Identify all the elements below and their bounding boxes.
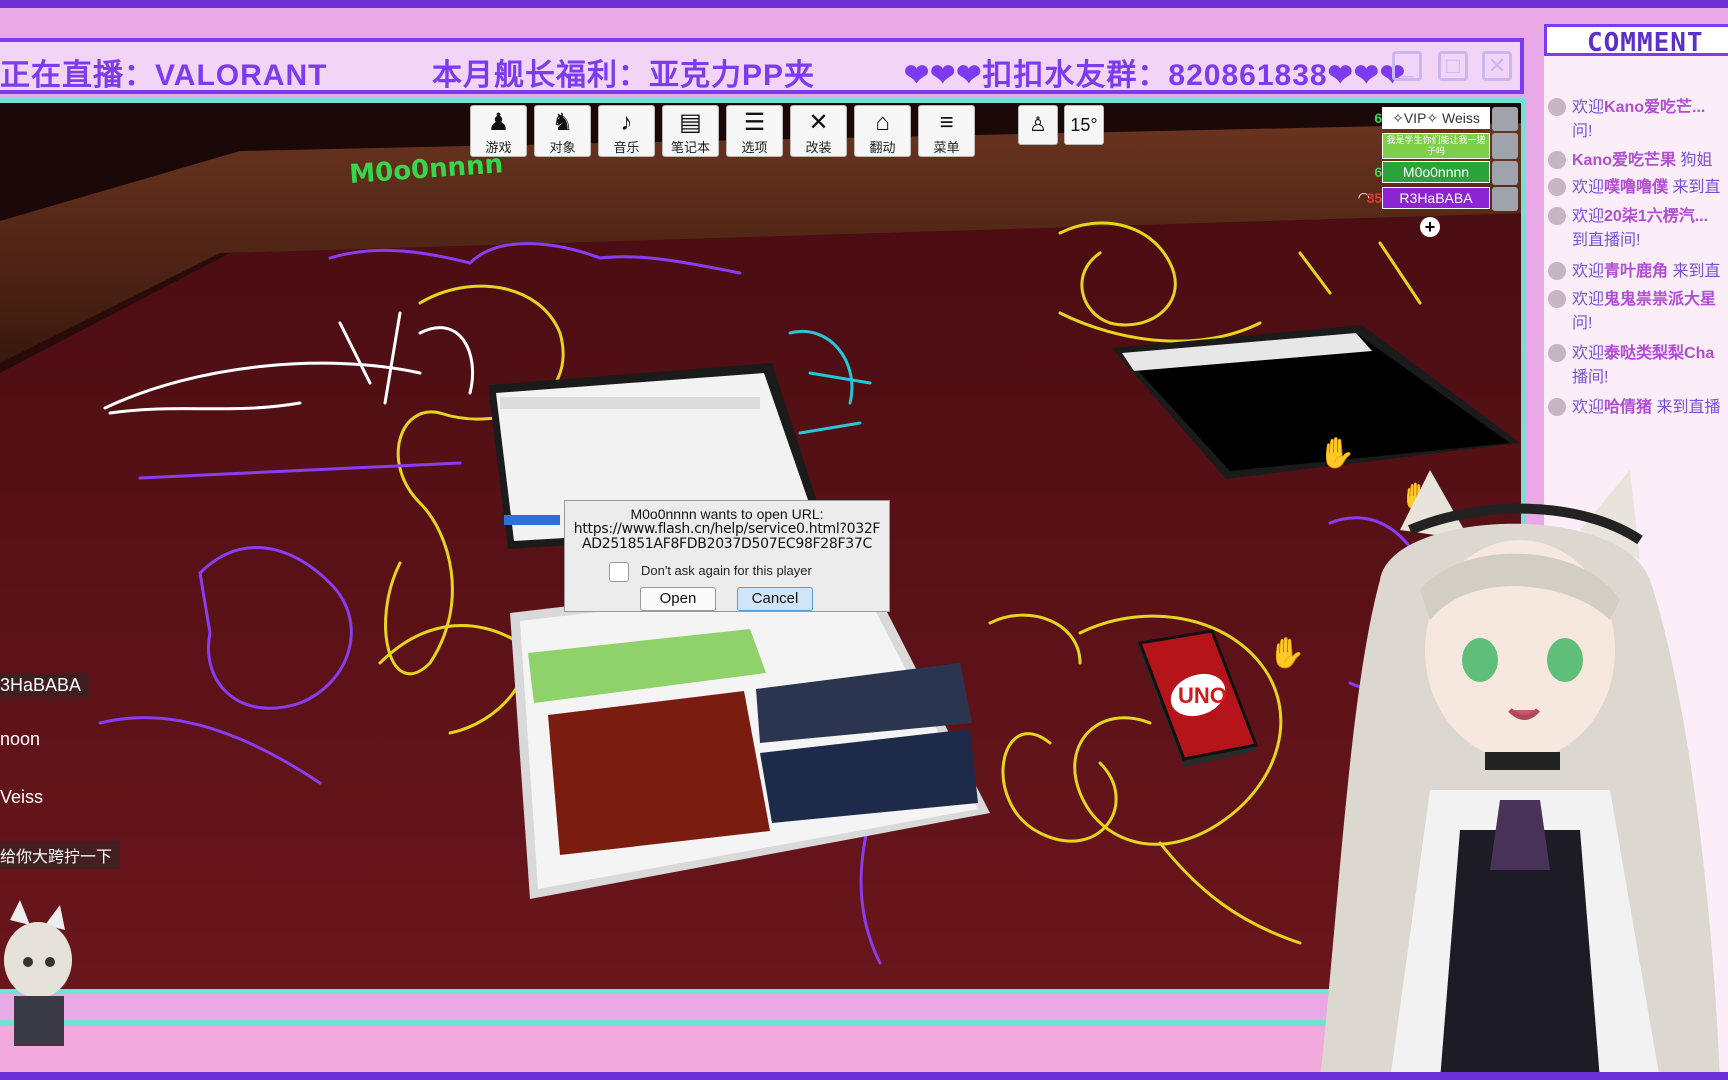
game-toolbar: ♟ 游戏 ♞ 对象 ♪ 音乐 ▤ 笔记本 ☰ 选项 ✕ 改装 ⌂ 翻动 ≡ 菜单 <box>470 105 975 157</box>
minimize-icon[interactable]: _ <box>1392 51 1422 81</box>
dialog-url: https://www.flash.cn/help/service0.html?… <box>573 521 881 552</box>
toolbar-menu-button[interactable]: ≡ 菜单 <box>918 105 975 157</box>
perk-text: 本月舰长福利：亚克力PP夹 <box>432 59 816 92</box>
dont-ask-label: Don't ask again for this player <box>641 563 812 578</box>
music-icon: ♪ <box>620 109 633 136</box>
avatar <box>1548 151 1566 169</box>
player-list: 61 ♛ ✧VIP✧ Weiss 我是学生你们能让我一搓子吗 67 M0o0nn… <box>1358 107 1520 237</box>
avatar <box>1492 133 1518 159</box>
avatar <box>1548 290 1566 308</box>
player-row[interactable]: ◠ 357 R3HaBABA <box>1358 187 1520 211</box>
player-name: M0o0nnnn <box>1382 161 1490 183</box>
chibi-mascot <box>4 900 72 1046</box>
player-name: ✧VIP✧ Weiss <box>1382 107 1490 129</box>
close-icon[interactable]: ✕ <box>1482 51 1512 81</box>
notebook-icon: ▤ <box>679 109 702 136</box>
table-icon: ⌂ <box>875 109 890 136</box>
games-icon: ♟ <box>487 109 510 136</box>
comment-text: 播间! <box>1572 369 1609 386</box>
game-chat-line: 3HaBABA <box>0 673 90 698</box>
objects-icon: ♞ <box>551 109 574 136</box>
avatar <box>1548 98 1566 116</box>
avatar <box>1492 107 1518 131</box>
dont-ask-checkbox[interactable] <box>609 562 629 582</box>
toolbar-music-button[interactable]: ♪ 音乐 <box>598 105 655 157</box>
comment-user: 20柒1六楞汽... <box>1604 208 1709 225</box>
maximize-icon[interactable]: □ <box>1438 51 1468 81</box>
uno-label: UNO <box>1178 683 1227 708</box>
weight-lift-icon[interactable]: ♙ <box>1018 105 1058 145</box>
toolbar-games-button[interactable]: ♟ 游戏 <box>470 105 527 157</box>
toolbar-options-button[interactable]: ☰ 选项 <box>726 105 783 157</box>
toolbar-label: 笔记本 <box>670 140 710 155</box>
toolbar-label: 改装 <box>805 140 832 155</box>
comments-header: COMMENT <box>1544 24 1728 58</box>
avatar <box>1492 161 1518 185</box>
cancel-button[interactable]: Cancel <box>737 587 813 611</box>
sliders-icon: ☰ <box>743 109 766 136</box>
comment-text: 问! <box>1572 315 1593 332</box>
open-url-dialog: M0o0nnnn wants to open URL: https://www.… <box>564 500 890 612</box>
comment-prefix: 欢迎 <box>1572 291 1605 308</box>
toolbar-label: 对象 <box>549 140 576 155</box>
live-now-text: 正在直播：VALORANT <box>0 59 328 92</box>
game-chat-line: Veiss <box>0 787 44 807</box>
toolbar-label: 选项 <box>741 140 768 155</box>
top-stripe <box>0 0 1728 8</box>
toolbar-label: 游戏 <box>485 140 512 155</box>
toolbar-flip-button[interactable]: ⌂ 翻动 <box>854 105 911 157</box>
comment-prefix: 欢迎 <box>1572 263 1605 280</box>
avatar <box>1548 262 1566 280</box>
comment-text: 到直播间! <box>1572 232 1641 249</box>
comment-user: Kano爱吃芒果 <box>1572 152 1677 169</box>
player-note: 我是学生你们能让我一搓子吗 <box>1382 133 1490 159</box>
toolbar-objects-button[interactable]: ♞ 对象 <box>534 105 591 157</box>
comment-text: 问! <box>1572 123 1593 140</box>
dialog-message: M0o0nnnn wants to open URL: <box>630 506 824 522</box>
vtuber-avatar <box>1320 470 1720 1080</box>
player-name: R3HaBABA <box>1382 187 1490 209</box>
game-chat-line: 给你大跨拧一下 <box>0 841 121 869</box>
game-chat-line: noon <box>0 729 41 749</box>
avatar <box>1548 344 1566 362</box>
tools-icon: ✕ <box>808 109 829 136</box>
comment-prefix: 欢迎 <box>1572 208 1605 225</box>
comments-title: COMMENT <box>1587 28 1704 58</box>
add-player-icon[interactable]: + <box>1420 217 1440 237</box>
toolbar-label: 菜单 <box>933 140 960 155</box>
comment-user: Kano爱吃芒... <box>1604 99 1706 116</box>
comment-user: 哈倩猪 <box>1604 399 1653 416</box>
comment-text: 来到直 <box>1672 179 1721 196</box>
comment-text: 来到直 <box>1672 263 1721 280</box>
fan-group-text: ❤❤❤扣扣水友群：820861838❤❤❤ <box>904 59 1406 92</box>
player-note-row: 我是学生你们能让我一搓子吗 <box>1370 133 1520 159</box>
toolbar-label: 翻动 <box>869 140 896 155</box>
avatar <box>1548 398 1566 416</box>
comment-user: 鬼鬼祟祟派大星 <box>1604 291 1717 308</box>
comment-user: 青叶鹿角 <box>1604 263 1669 280</box>
avatar <box>1492 187 1518 211</box>
player-row[interactable]: 67 M0o0nnnn <box>1370 161 1520 185</box>
comment-text: 狗姐 <box>1680 152 1713 169</box>
avatar <box>1548 207 1566 225</box>
comment-prefix: 欢迎 <box>1572 179 1605 196</box>
toolbar-modding-button[interactable]: ✕ 改装 <box>790 105 847 157</box>
open-button[interactable]: Open <box>640 587 716 611</box>
comment-text: 来到直播 <box>1656 399 1721 416</box>
comment-prefix: 欢迎 <box>1572 345 1605 362</box>
comment-user: 噗噜噜僕 <box>1604 179 1669 196</box>
stream-title-banner: 正在直播：VALORANT 本月舰长福利：亚克力PP夹 ❤❤❤扣扣水友群：820… <box>0 38 1524 94</box>
rotation-angle-button[interactable]: 15° <box>1064 105 1104 145</box>
menu-icon: ≡ <box>939 109 954 136</box>
hand-cursor-icon: ✋ <box>1318 435 1355 471</box>
comment-prefix: 欢迎 <box>1572 399 1605 416</box>
toolbar-label: 音乐 <box>613 140 640 155</box>
bottom-stripe <box>0 1072 1728 1080</box>
comment-prefix: 欢迎 <box>1572 99 1605 116</box>
player-row[interactable]: 61 ♛ ✧VIP✧ Weiss <box>1370 107 1520 131</box>
comment-user: 泰哒类梨梨Cha <box>1604 345 1715 362</box>
bottom-bar <box>0 1026 1416 1072</box>
avatar <box>1548 178 1566 196</box>
toolbar-notebook-button[interactable]: ▤ 笔记本 <box>662 105 719 157</box>
